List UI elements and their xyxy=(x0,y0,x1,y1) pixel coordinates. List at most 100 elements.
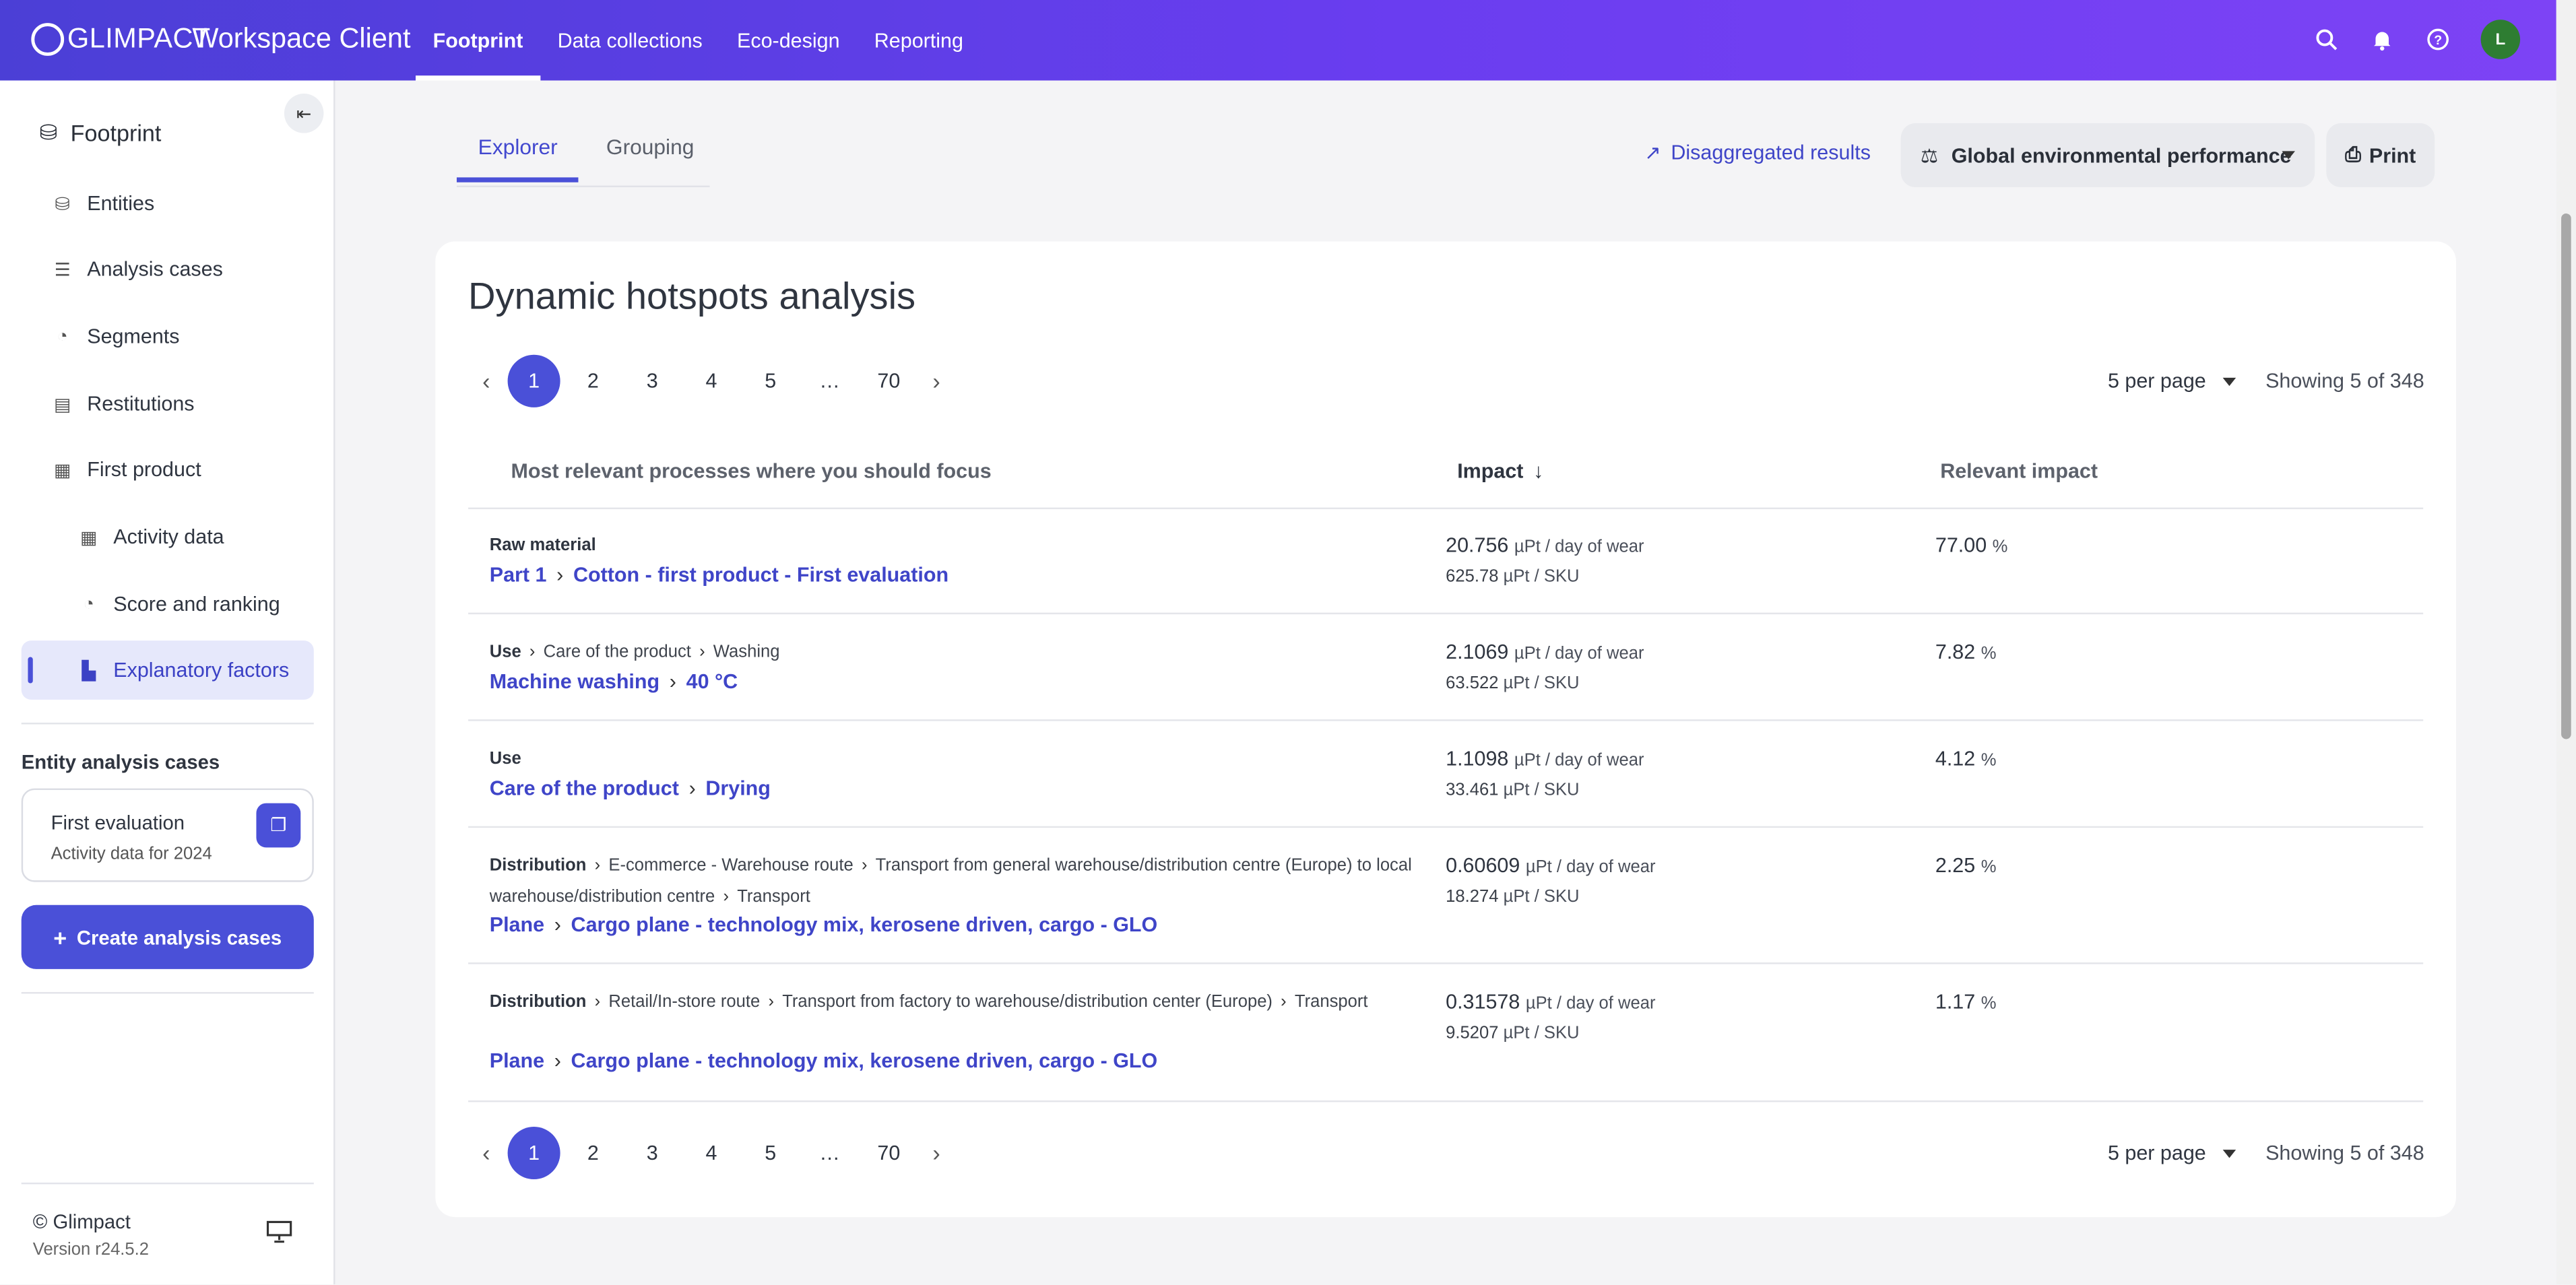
next-page-icon[interactable]: › xyxy=(918,1127,955,1179)
path-step: E-commerce - Warehouse route xyxy=(608,855,854,876)
sidebar-header[interactable]: ⛁ Footprint xyxy=(40,120,162,146)
next-page-icon[interactable]: › xyxy=(918,355,955,407)
row-divider xyxy=(468,826,2424,828)
row-5-impact-per-day: 0.31578 µPt / day of wear xyxy=(1446,991,1655,1014)
chevron-right-icon: › xyxy=(554,913,561,937)
search-icon[interactable] xyxy=(2307,20,2346,59)
nav-eco-design[interactable]: Eco-design xyxy=(719,0,857,81)
row-divider xyxy=(468,1100,2424,1102)
impact-unit: µPt / day of wear xyxy=(1514,750,1644,770)
trend-arrow-icon: ↗ xyxy=(1644,141,1661,164)
tab-grouping[interactable]: Grouping xyxy=(606,135,694,160)
analysis-case-card[interactable]: First evaluation Activity data for 2024 … xyxy=(21,788,314,882)
print-button[interactable]: ⎙ Print xyxy=(2326,123,2435,188)
row-5-process-link[interactable]: Plane › Cargo plane - technology mix, kero… xyxy=(490,1049,1158,1072)
relevant-unit: % xyxy=(1981,644,1997,664)
per-page-select[interactable]: 5 per page xyxy=(2108,1142,2236,1164)
top-navigation-bar: GLIMPACT Workspace Client Footprint Data… xyxy=(0,0,2556,81)
row-3-process-link[interactable]: Care of the product › Drying xyxy=(490,777,771,800)
sidebar-item-activity-data[interactable]: ▦ Activity data xyxy=(22,508,314,567)
page-button-1[interactable]: 1 xyxy=(507,354,560,407)
path-step: Retail/In-store route xyxy=(608,992,761,1012)
relevant-value: 1.17 xyxy=(1935,990,1976,1014)
help-icon[interactable]: ? xyxy=(2418,20,2458,59)
prev-page-icon[interactable]: ‹ xyxy=(468,355,505,407)
row-1-process-link[interactable]: Part 1 › Cotton - first product - First ev… xyxy=(490,564,948,587)
sidebar-item-first-product[interactable]: ▦ First product xyxy=(22,440,314,500)
page-button-70[interactable]: 70 xyxy=(859,1127,918,1179)
row-2-impact-per-sku: 63.522 µPt / SKU xyxy=(1446,673,1579,693)
sidebar-item-analysis-cases[interactable]: ☰ Analysis cases xyxy=(22,240,314,299)
showing-count: Showing 5 of 348 xyxy=(2265,369,2424,393)
presentation-icon[interactable] xyxy=(266,1220,292,1248)
chevron-down-icon xyxy=(2222,1148,2236,1158)
page-scrollbar[interactable] xyxy=(2556,0,2576,1285)
segments-icon: ◔ xyxy=(57,327,68,347)
active-tab-indicator xyxy=(456,177,579,183)
page-button-2[interactable]: 2 xyxy=(564,1127,623,1179)
page-button-4[interactable]: 4 xyxy=(682,1127,741,1179)
impact-value: 0.60609 xyxy=(1446,854,1520,878)
link-part: Cargo plane - technology mix, kerosene d… xyxy=(571,1049,1158,1073)
row-4-impact-per-day: 0.60609 µPt / day of wear xyxy=(1446,854,1655,877)
impact-value: 63.522 xyxy=(1446,673,1499,694)
page-button-3[interactable]: 3 xyxy=(622,355,682,407)
row-1-impact-per-day: 20.756 µPt / day of wear xyxy=(1446,534,1644,557)
page-button-4[interactable]: 4 xyxy=(682,355,741,407)
tab-explorer[interactable]: Explorer xyxy=(478,135,558,160)
path-step: Transport xyxy=(737,886,810,906)
relevant-unit: % xyxy=(1981,750,1997,770)
create-button-label: Create analysis cases xyxy=(76,925,282,949)
collapse-sidebar-icon[interactable]: ⇤ xyxy=(284,94,324,133)
create-analysis-cases-button[interactable]: + Create analysis cases xyxy=(21,904,314,969)
page-ellipsis: … xyxy=(819,1141,840,1165)
link-part: Plane xyxy=(489,913,545,937)
nav-footprint[interactable]: Footprint xyxy=(416,0,540,81)
sidebar-item-label: Score and ranking xyxy=(113,593,280,616)
link-part: Part 1 xyxy=(489,563,547,587)
impact-value: 2.1069 xyxy=(1446,640,1509,664)
page-button-70[interactable]: 70 xyxy=(859,355,918,407)
glimpact-logo[interactable]: GLIMPACT xyxy=(31,20,210,59)
impact-unit: µPt / day of wear xyxy=(1525,857,1656,878)
impact-header-label: Impact xyxy=(1457,459,1524,484)
sidebar-item-entities[interactable]: ⛁ Entities xyxy=(22,174,314,234)
nav-reporting[interactable]: Reporting xyxy=(857,0,980,81)
row-4-process-link[interactable]: Plane › Cargo plane - technology mix, kero… xyxy=(490,913,1158,936)
app-root: GLIMPACT Workspace Client Footprint Data… xyxy=(0,0,2576,1285)
path-category: Distribution xyxy=(489,992,587,1012)
row-2-process-link[interactable]: Machine washing › 40 °C xyxy=(490,670,738,693)
sidebar-item-label: Analysis cases xyxy=(87,257,223,282)
duplicate-icon[interactable]: ❐ xyxy=(256,803,301,848)
plus-icon: + xyxy=(53,923,67,950)
chevron-right-icon: › xyxy=(768,992,775,1012)
page-button-5[interactable]: 5 xyxy=(741,1127,800,1179)
header-actions: ? L xyxy=(2290,20,2521,59)
link-part: Machine washing xyxy=(489,670,660,694)
scrollbar-thumb[interactable] xyxy=(2561,213,2571,739)
page-button-5[interactable]: 5 xyxy=(741,355,800,407)
page-button-1[interactable]: 1 xyxy=(507,1127,560,1180)
sidebar-item-segments[interactable]: ◔ Segments xyxy=(22,307,314,366)
chevron-right-icon: › xyxy=(594,992,601,1012)
sidebar-item-explanatory-factors[interactable]: ▙ Explanatory factors xyxy=(21,640,314,700)
row-4-impact-per-sku: 18.274 µPt / SKU xyxy=(1446,887,1579,907)
prev-page-icon[interactable]: ‹ xyxy=(468,1127,505,1179)
page-button-2[interactable]: 2 xyxy=(564,355,623,407)
relevant-unit: % xyxy=(1992,537,2008,557)
impact-value: 1.1098 xyxy=(1446,747,1509,770)
user-avatar[interactable]: L xyxy=(2480,20,2521,59)
sidebar-item-score-and-ranking[interactable]: ◔ Score and ranking xyxy=(22,575,314,634)
restitutions-icon: ▤ xyxy=(53,395,71,415)
sidebar-item-label: Explanatory factors xyxy=(113,658,290,682)
column-header-impact[interactable]: Impact ↓ xyxy=(1457,460,1543,483)
bell-icon[interactable] xyxy=(2362,20,2402,59)
link-part: 40 °C xyxy=(686,670,738,694)
nav-data-collections[interactable]: Data collections xyxy=(540,0,719,81)
page-button-3[interactable]: 3 xyxy=(622,1127,682,1179)
disaggregated-results-link[interactable]: ↗ Disaggregated results xyxy=(1644,141,1871,164)
sidebar-item-restitutions[interactable]: ▤ Restitutions xyxy=(22,374,314,434)
performance-select[interactable]: ⚖ Global environmental performance xyxy=(1900,123,2315,188)
per-page-select[interactable]: 5 per page xyxy=(2108,370,2236,393)
sidebar-item-label: Entities xyxy=(87,192,155,216)
